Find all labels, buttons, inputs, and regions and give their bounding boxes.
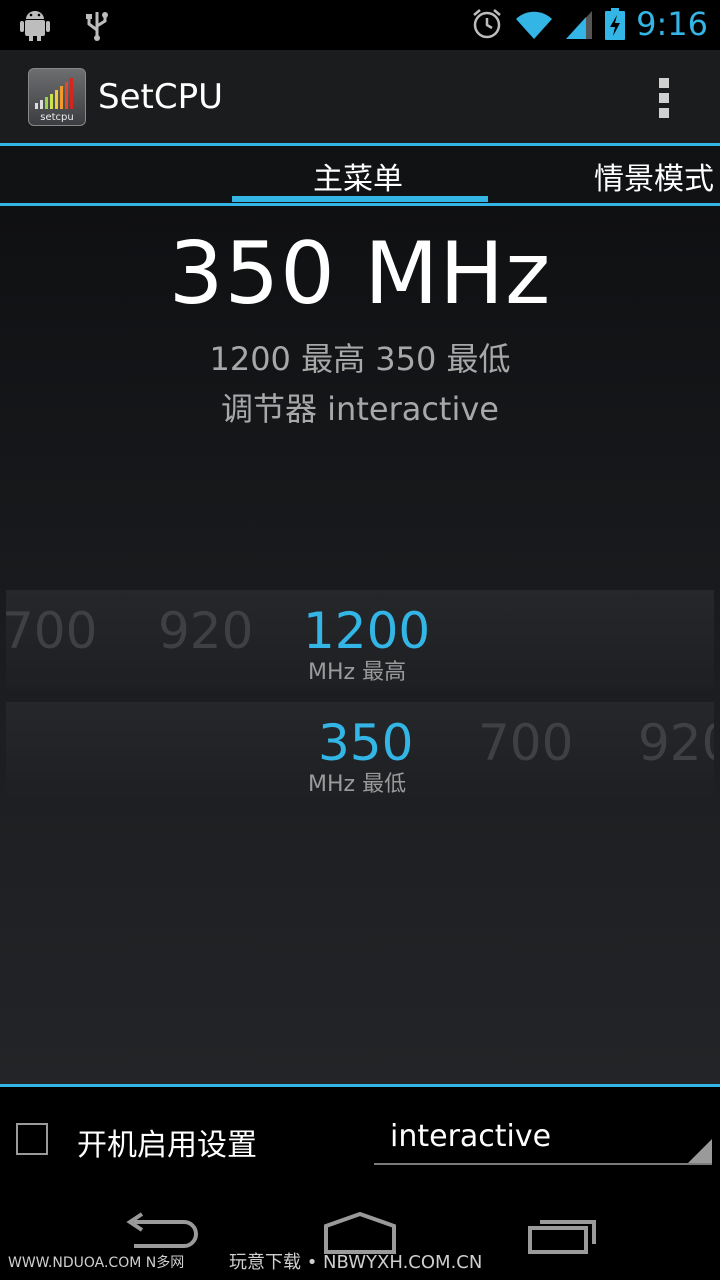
status-bar: 9:16 xyxy=(0,0,720,50)
min-frequency-picker[interactable]: 350 700 920 MHz 最低 xyxy=(6,702,714,801)
overflow-menu-icon[interactable] xyxy=(656,78,672,118)
bottom-controls: 开机启用设置 interactive xyxy=(0,1084,720,1184)
tab-profiles[interactable]: 情景模式 xyxy=(594,154,714,198)
tab-indicator xyxy=(232,196,488,202)
usb-icon xyxy=(86,12,108,41)
watermark-left: WWW.NDUOA.COM N多网 xyxy=(8,1255,185,1271)
min-option-920[interactable]: 920 xyxy=(638,714,714,772)
set-on-boot-checkbox[interactable] xyxy=(16,1123,48,1155)
battery-charging-icon xyxy=(605,8,626,40)
max-selected-value[interactable]: 1200 xyxy=(303,602,430,660)
app-icon-label: setcpu xyxy=(40,112,74,123)
set-on-boot-label[interactable]: 开机启用设置 xyxy=(77,1120,257,1164)
wifi-icon xyxy=(516,11,553,40)
spinner-arrow-icon xyxy=(688,1139,712,1163)
watermark-middle: 玩意下载 • NBWYXH.COM.CN xyxy=(229,1252,483,1273)
clock: 9:16 xyxy=(636,5,708,43)
app-icon[interactable]: setcpu xyxy=(28,68,86,126)
app-icon-bars xyxy=(35,78,73,109)
alarm-icon xyxy=(473,9,501,39)
min-option-700[interactable]: 700 xyxy=(478,714,573,772)
current-frequency: 350 MHz xyxy=(168,224,552,324)
governor-summary: 调节器 interactive xyxy=(220,390,499,428)
android-debug-icon xyxy=(20,11,50,41)
max-frequency-picker[interactable]: 700 920 1200 MHz 最高 xyxy=(6,590,714,689)
tab-bar: 主菜单 情景模式 xyxy=(0,143,720,206)
governor-spinner-value: interactive xyxy=(390,1119,552,1154)
tab-main-menu[interactable]: 主菜单 xyxy=(313,154,403,198)
governor-spinner[interactable]: interactive xyxy=(374,1115,712,1165)
min-sub-label: MHz 最低 xyxy=(308,772,407,797)
max-sub-label: MHz 最高 xyxy=(308,660,407,685)
recent-apps-icon[interactable] xyxy=(522,1212,602,1256)
main-panel: 350 MHz 1200 最高 350 最低 调节器 interactive 7… xyxy=(0,206,720,1084)
action-bar: setcpu SetCPU xyxy=(0,50,720,143)
max-option-700[interactable]: 700 xyxy=(6,602,97,660)
signal-icon xyxy=(566,11,593,39)
app-title: SetCPU xyxy=(98,77,223,117)
navigation-bar: WWW.NDUOA.COM N多网 玩意下载 • NBWYXH.COM.CN xyxy=(0,1184,720,1280)
min-selected-value[interactable]: 350 xyxy=(318,714,413,772)
max-min-summary: 1200 最高 350 最低 xyxy=(209,340,511,378)
max-option-920[interactable]: 920 xyxy=(158,602,253,660)
back-icon[interactable] xyxy=(120,1212,200,1256)
